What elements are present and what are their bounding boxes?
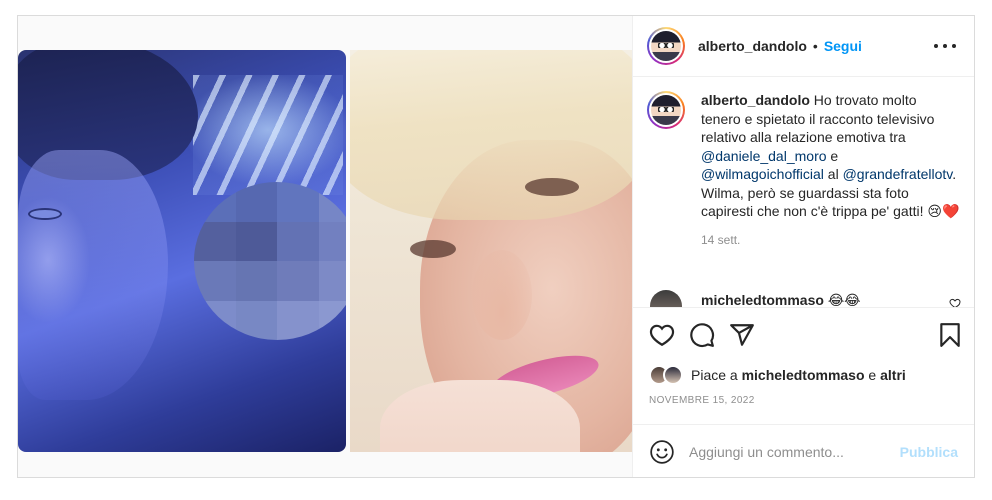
likes-middle: e — [864, 367, 881, 383]
comment-input[interactable] — [689, 443, 889, 460]
likes-others[interactable]: altri — [880, 367, 906, 383]
ceiling-lights — [193, 75, 343, 195]
avatar[interactable] — [647, 91, 685, 129]
action-bar — [649, 322, 960, 350]
pixelated-face — [194, 182, 346, 340]
post-header: alberto_dandolo • Segui — [633, 16, 974, 77]
mention-link[interactable]: @wilmagoichofficial — [701, 166, 824, 182]
heart-icon[interactable] — [649, 322, 675, 348]
eye-shape — [28, 208, 62, 220]
caption-text: alberto_dandolo Ho trovato molto tenero … — [701, 91, 960, 249]
avatar[interactable] — [663, 365, 683, 385]
likes-prefix: Piace a — [691, 367, 742, 383]
likes-user[interactable]: micheledtommaso — [742, 367, 865, 383]
post-media[interactable] — [18, 16, 632, 477]
mention-link[interactable]: @daniele_dal_moro — [701, 148, 827, 164]
instagram-post: alberto_dandolo • Segui alberto_dandolo … — [17, 15, 975, 478]
paper-plane-icon[interactable] — [729, 322, 755, 348]
comment-like-icon[interactable] — [949, 297, 961, 307]
caption-time[interactable]: 14 sett. — [701, 231, 960, 250]
avatar[interactable] — [647, 27, 685, 65]
caption-username[interactable]: alberto_dandolo — [701, 92, 810, 108]
comment-text: micheledtommaso 😂😂 — [701, 292, 861, 307]
post-date[interactable]: NOVEMBRE 15, 2022 — [649, 395, 755, 406]
dot-shape — [952, 44, 956, 48]
comment-username[interactable]: micheledtommaso — [701, 292, 824, 307]
nose-shape — [472, 250, 532, 340]
caption: alberto_dandolo Ho trovato molto tenero … — [647, 91, 960, 249]
caption-part: e — [826, 147, 839, 164]
add-comment-bar: Pubblica — [633, 424, 974, 477]
eye-shape — [525, 178, 579, 196]
avatar-frame — [649, 29, 683, 63]
post-sidebar: alberto_dandolo • Segui alberto_dandolo … — [632, 16, 974, 477]
dot-shape — [934, 44, 938, 48]
eye-shape — [410, 240, 456, 258]
face-shape — [18, 150, 168, 400]
avatar[interactable] — [650, 290, 682, 307]
likes-summary: Piace a micheledtommaso e altri — [649, 365, 906, 385]
hand-shape — [380, 380, 580, 452]
avatar-image — [651, 95, 681, 125]
comment-item: micheledtommaso 😂😂 — [647, 290, 861, 307]
publish-button[interactable]: Pubblica — [900, 444, 958, 460]
follow-button[interactable]: Segui — [824, 38, 862, 54]
caption-part: al — [823, 166, 843, 182]
heart-emoji: ❤️ — [941, 203, 960, 219]
likes-text: Piace a micheledtommaso e altri — [691, 367, 906, 383]
comment-icon[interactable] — [689, 322, 715, 348]
more-options-icon[interactable] — [934, 38, 956, 54]
separator-dot: • — [812, 38, 818, 54]
bookmark-icon[interactable] — [937, 322, 963, 348]
dot-shape — [943, 44, 947, 48]
comments-area[interactable]: alberto_dandolo Ho trovato molto tenero … — [633, 77, 974, 307]
header-username[interactable]: alberto_dandolo — [698, 38, 807, 54]
actions-section: Piace a micheledtommaso e altri NOVEMBRE… — [633, 307, 974, 477]
avatar-frame — [649, 93, 683, 127]
left-photo — [18, 50, 346, 452]
comment-body: 😂😂 — [823, 292, 861, 307]
hair-shape — [350, 50, 632, 220]
smiley-icon[interactable] — [649, 439, 675, 465]
avatar-image — [651, 31, 681, 61]
mention-link[interactable]: @grandefratellotv — [843, 166, 953, 182]
right-photo — [350, 50, 632, 452]
